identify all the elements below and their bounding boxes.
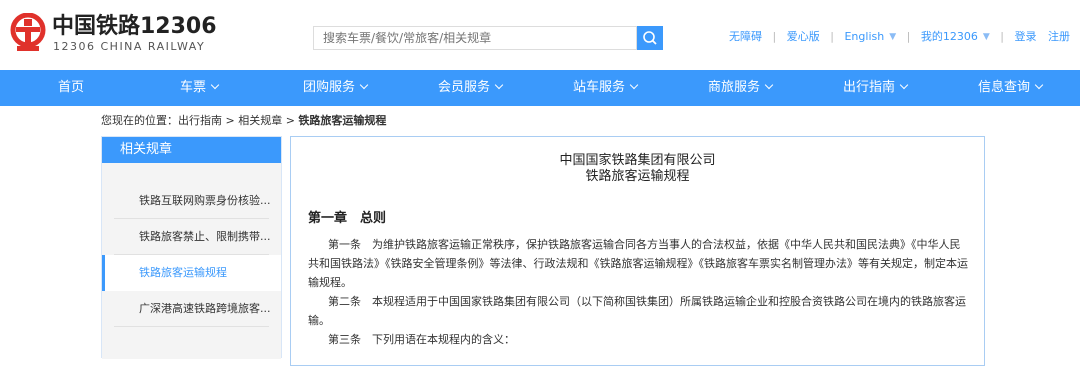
language-link[interactable]: English [844, 29, 884, 45]
chevron-down-icon [764, 80, 774, 90]
nav-item-travel-guide[interactable]: 出行指南 [843, 70, 909, 106]
divider [114, 326, 269, 327]
sidebar-item-label: 铁路互联网购票身份核验... [139, 194, 271, 207]
nav-item-label: 团购服务 [303, 80, 356, 95]
nav-item-group-service[interactable]: 团购服务 [303, 70, 369, 106]
sidebar-item-identity-verification[interactable]: 铁路互联网购票身份核验... [102, 183, 281, 219]
chevron-down-icon [210, 80, 220, 90]
sidebar-item-transport-rules[interactable]: 铁路旅客运输规程 [102, 255, 281, 291]
brand-subtitle: 12306 CHINA RAILWAY [53, 40, 206, 53]
search-button[interactable] [637, 26, 663, 50]
nav-item-member-service[interactable]: 会员服务 [438, 70, 504, 106]
breadcrumb-path[interactable]: 您现在的位置：出行指南 > 相关规章 > [101, 114, 298, 127]
nav-item-tickets[interactable]: 车票 [180, 70, 220, 106]
search-input[interactable] [313, 26, 637, 50]
article-paragraph: 第二条 本规程适用于中国国家铁路集团有限公司（以下简称国铁集团）所属铁路运输企业… [308, 295, 966, 327]
article-paragraph: 第一条 为维护铁路旅客运输正常秩序，保护铁路旅客运输合同各方当事人的合法权益，依… [308, 238, 968, 289]
divider: | [906, 30, 911, 43]
divider: | [1000, 30, 1004, 43]
breadcrumb-current: 铁路旅客运输规程 [298, 114, 387, 127]
nav-item-label: 车票 [180, 80, 207, 95]
divider: | [830, 30, 834, 43]
document-title: 中国国家铁路集团有限公司 铁路旅客运输规程 [291, 153, 984, 185]
sidebar-list: 铁路互联网购票身份核验... 铁路旅客禁止、限制携带... 铁路旅客运输规程 广… [102, 163, 281, 359]
article-content: 中国国家铁路集团有限公司 铁路旅客运输规程 第一章 总则 第一条 为维护铁路旅客… [290, 136, 985, 366]
nav-item-label: 出行指南 [843, 80, 896, 95]
chapter-heading: 第一章 总则 [308, 211, 387, 226]
sidebar-item-label: 铁路旅客运输规程 [139, 266, 227, 279]
document-org: 中国国家铁路集团有限公司 [559, 153, 716, 168]
chevron-down-icon: ▼ [889, 32, 897, 42]
register-link[interactable]: 注册 [1048, 29, 1070, 45]
document-name: 铁路旅客运输规程 [585, 169, 690, 184]
top-links: 无障碍 | 爱心版 | English ▼ | 我的12306 ▼ | 登录 注册 [729, 29, 1070, 45]
search-icon [643, 31, 657, 45]
sidebar-item-label: 广深港高速铁路跨境旅客... [139, 302, 271, 315]
breadcrumb: 您现在的位置：出行指南 > 相关规章 > 铁路旅客运输规程 [101, 113, 386, 129]
nav-item-label: 会员服务 [438, 80, 491, 95]
header: 中国铁路12306 12306 CHINA RAILWAY 无障碍 | 爱心版 … [0, 0, 1080, 70]
nav-item-info-query[interactable]: 信息查询 [978, 70, 1044, 106]
divider: | [772, 30, 777, 43]
nav-item-business-travel[interactable]: 商旅服务 [708, 70, 774, 106]
main-nav: 首页 车票 团购服务 会员服务 站车服务 商旅服务 出行指南 信息查询 [0, 70, 1080, 106]
chevron-down-icon [899, 80, 909, 90]
nav-item-label: 信息查询 [978, 80, 1031, 95]
chevron-down-icon [629, 80, 639, 90]
sidebar-item-cross-border[interactable]: 广深港高速铁路跨境旅客... [102, 291, 281, 327]
search-box [313, 26, 663, 50]
login-link[interactable]: 登录 [1015, 29, 1037, 45]
sidebar-title: 相关规章 [102, 137, 281, 163]
accessible-link[interactable]: 无障碍 [729, 29, 762, 45]
my12306-link[interactable]: 我的12306 [921, 29, 978, 45]
chevron-down-icon: ▼ [982, 32, 990, 42]
sidebar-item-prohibited-items[interactable]: 铁路旅客禁止、限制携带... [102, 219, 281, 255]
nav-item-home[interactable]: 首页 [58, 70, 84, 106]
china-railway-logo-icon[interactable] [8, 13, 48, 53]
sidebar: 相关规章 铁路互联网购票身份核验... 铁路旅客禁止、限制携带... 铁路旅客运… [101, 136, 282, 359]
chevron-down-icon [1034, 80, 1044, 90]
chevron-down-icon [359, 80, 369, 90]
brand-name[interactable]: 中国铁路12306 [52, 14, 217, 40]
nav-item-label: 首页 [58, 80, 85, 95]
nav-item-station-service[interactable]: 站车服务 [573, 70, 639, 106]
article-paragraph: 第三条 下列用语在本规程内的含义： [328, 333, 515, 346]
nav-item-label: 商旅服务 [708, 80, 761, 95]
chevron-down-icon [494, 80, 504, 90]
nav-item-label: 站车服务 [573, 80, 626, 95]
sidebar-item-label: 铁路旅客禁止、限制携带... [139, 230, 271, 243]
care-version-link[interactable]: 爱心版 [787, 29, 820, 45]
active-indicator [102, 255, 105, 291]
